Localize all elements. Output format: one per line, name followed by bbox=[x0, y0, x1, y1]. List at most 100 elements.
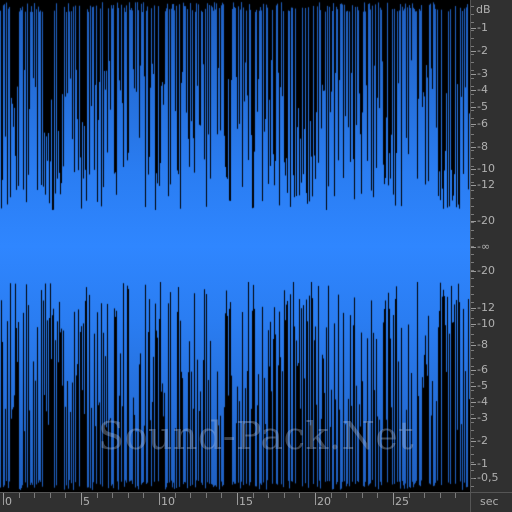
time-minor-tick bbox=[284, 493, 285, 498]
time-label: 0 bbox=[5, 495, 12, 508]
db-minor-tick bbox=[471, 302, 474, 303]
time-minor-tick bbox=[440, 493, 441, 498]
db-tick bbox=[471, 247, 476, 248]
db-minor-tick bbox=[471, 366, 474, 367]
db-label: -10 bbox=[477, 317, 495, 330]
db-minor-tick bbox=[471, 134, 474, 135]
db-label: -1 bbox=[477, 457, 488, 470]
db-minor-tick bbox=[471, 182, 474, 183]
db-label: -12 bbox=[477, 178, 495, 191]
db-minor-tick bbox=[471, 174, 474, 175]
db-label: -0,5 bbox=[477, 471, 499, 484]
time-minor-tick bbox=[34, 493, 35, 498]
time-minor-tick bbox=[221, 493, 222, 498]
db-tick bbox=[471, 185, 476, 186]
time-minor-tick bbox=[331, 493, 332, 498]
db-tick bbox=[471, 308, 476, 309]
time-label: 5 bbox=[83, 495, 90, 508]
db-minor-tick bbox=[471, 406, 474, 407]
time-minor-tick bbox=[455, 493, 456, 498]
db-minor-tick bbox=[471, 86, 474, 87]
db-minor-tick bbox=[471, 222, 474, 223]
time-minor-tick bbox=[65, 493, 66, 498]
db-minor-tick bbox=[471, 382, 474, 383]
db-tick bbox=[471, 107, 476, 108]
db-label: -3 bbox=[477, 67, 488, 80]
db-minor-tick bbox=[471, 462, 474, 463]
time-minor-tick bbox=[424, 493, 425, 498]
time-minor-tick bbox=[377, 493, 378, 498]
db-unit-label: dB bbox=[476, 3, 491, 16]
db-label: -20 bbox=[477, 264, 495, 277]
db-minor-tick bbox=[471, 94, 474, 95]
db-minor-tick bbox=[471, 126, 474, 127]
db-minor-tick bbox=[471, 438, 474, 439]
db-minor-tick bbox=[471, 326, 474, 327]
waveform-editor-view: dB -1 -2 -3 -4 -5 -6 -8 -10 -12 -20 -∞ -20 -12 -10 -8-… bbox=[0, 0, 512, 512]
db-minor-tick bbox=[471, 150, 474, 151]
db-minor-tick bbox=[471, 254, 474, 255]
time-tick bbox=[393, 493, 394, 505]
db-minor-tick bbox=[471, 446, 474, 447]
db-minor-tick bbox=[471, 190, 474, 191]
db-minor-tick bbox=[471, 70, 474, 71]
db-minor-tick bbox=[471, 6, 474, 7]
db-minor-tick bbox=[471, 294, 474, 295]
db-ruler: dB -1 -2 -3 -4 -5 -6 -8 -10 -12 -20 -∞ -20 -12 -10 -8 -… bbox=[470, 0, 512, 492]
db-label: -1 bbox=[477, 21, 488, 34]
db-minor-tick bbox=[471, 22, 474, 23]
time-label: 20 bbox=[317, 495, 331, 508]
db-minor-tick bbox=[471, 334, 474, 335]
db-tick bbox=[471, 51, 476, 52]
db-minor-tick bbox=[471, 54, 474, 55]
db-tick bbox=[471, 324, 476, 325]
db-minor-tick bbox=[471, 30, 474, 31]
db-minor-tick bbox=[471, 278, 474, 279]
time-ruler[interactable]: 0 5 10 15 20 25 bbox=[0, 492, 470, 512]
db-minor-tick bbox=[471, 342, 474, 343]
db-label: -5 bbox=[477, 379, 488, 392]
db-tick bbox=[471, 345, 476, 346]
time-minor-tick bbox=[50, 493, 51, 498]
db-minor-tick bbox=[471, 470, 474, 471]
db-tick bbox=[471, 370, 476, 371]
time-label: 10 bbox=[161, 495, 175, 508]
time-minor-tick bbox=[409, 493, 410, 498]
db-label: -12 bbox=[477, 301, 495, 314]
db-minor-tick bbox=[471, 78, 474, 79]
db-minor-tick bbox=[471, 118, 474, 119]
db-minor-tick bbox=[471, 270, 474, 271]
time-minor-tick bbox=[346, 493, 347, 498]
time-minor-tick bbox=[268, 493, 269, 498]
waveform-display[interactable] bbox=[0, 0, 470, 492]
time-minor-tick bbox=[190, 493, 191, 498]
db-label: -10 bbox=[477, 162, 495, 175]
db-minor-tick bbox=[471, 414, 474, 415]
db-minor-tick bbox=[471, 374, 474, 375]
time-minor-tick bbox=[362, 493, 363, 498]
time-tick bbox=[81, 493, 82, 505]
db-minor-tick bbox=[471, 102, 474, 103]
time-minor-tick bbox=[112, 493, 113, 498]
time-minor-tick bbox=[253, 493, 254, 498]
db-label: -3 bbox=[477, 411, 488, 424]
db-tick bbox=[471, 90, 476, 91]
db-label: -20 bbox=[477, 214, 495, 227]
time-minor-tick bbox=[128, 493, 129, 498]
db-minor-tick bbox=[471, 238, 474, 239]
db-minor-tick bbox=[471, 230, 474, 231]
db-tick bbox=[471, 386, 476, 387]
db-minor-tick bbox=[471, 38, 474, 39]
db-label: -8 bbox=[477, 140, 488, 153]
db-minor-tick bbox=[471, 478, 474, 479]
db-tick bbox=[471, 169, 476, 170]
db-minor-tick bbox=[471, 486, 474, 487]
ruler-corner: sec bbox=[470, 492, 512, 512]
time-minor-tick bbox=[19, 493, 20, 498]
time-minor-tick bbox=[206, 493, 207, 498]
db-minor-tick bbox=[471, 166, 474, 167]
db-minor-tick bbox=[471, 46, 474, 47]
time-unit-label: sec bbox=[480, 495, 499, 508]
time-label: 25 bbox=[395, 495, 409, 508]
db-label: -6 bbox=[477, 117, 488, 130]
